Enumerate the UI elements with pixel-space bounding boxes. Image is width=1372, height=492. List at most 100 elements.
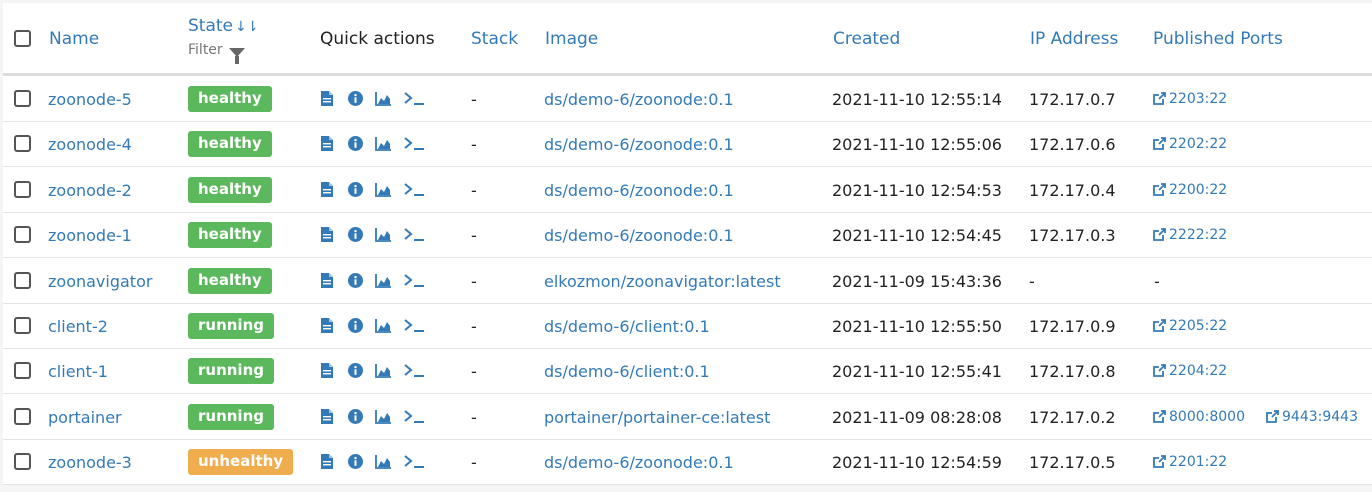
column-stack-header[interactable]: Stack bbox=[471, 29, 518, 49]
column-image-header[interactable]: Image bbox=[545, 29, 598, 49]
file-icon[interactable] bbox=[321, 91, 333, 109]
image-link[interactable]: ds/demo-6/zoonode:0.1 bbox=[544, 181, 734, 200]
file-icon[interactable] bbox=[321, 136, 333, 154]
containers-table: Name State ↓⇂ Filter Quick actions Stack … bbox=[3, 3, 1372, 486]
row-checkbox[interactable] bbox=[14, 362, 31, 380]
published-port-link[interactable]: 9443:9443 bbox=[1266, 409, 1358, 425]
ip-address-value: 172.17.0.8 bbox=[1029, 362, 1116, 382]
sort-icon: ↓⇂ bbox=[235, 19, 259, 35]
created-value: 2021-11-10 12:54:53 bbox=[832, 180, 1002, 200]
row-checkbox[interactable] bbox=[14, 90, 31, 107]
console-icon[interactable] bbox=[403, 273, 425, 291]
ip-address-value: 172.17.0.6 bbox=[1029, 135, 1116, 155]
console-icon[interactable] bbox=[403, 363, 425, 381]
row-checkbox[interactable] bbox=[14, 226, 31, 244]
console-icon[interactable] bbox=[403, 91, 425, 109]
row-checkbox[interactable] bbox=[14, 135, 31, 153]
stats-icon[interactable] bbox=[375, 182, 391, 200]
file-icon[interactable] bbox=[321, 181, 333, 200]
published-port-link[interactable]: 2204:22 bbox=[1153, 363, 1227, 379]
row-checkbox[interactable] bbox=[14, 180, 31, 198]
container-name-link[interactable]: zoonode-5 bbox=[48, 90, 132, 109]
published-port-link[interactable]: 2205:22 bbox=[1153, 318, 1227, 334]
info-icon[interactable] bbox=[348, 91, 363, 109]
table-row: zoonode-3 unhealthy - ds/demo-6/zoonode:0.1… bbox=[3, 439, 1372, 486]
published-port-link[interactable]: 2200:22 bbox=[1153, 182, 1227, 198]
container-name-link[interactable]: zoonode-3 bbox=[48, 453, 132, 472]
column-ip-header[interactable]: IP Address bbox=[1030, 29, 1118, 49]
stats-icon[interactable] bbox=[375, 454, 391, 472]
published-port-link[interactable]: 2201:22 bbox=[1153, 454, 1227, 470]
published-port-link[interactable]: 2222:22 bbox=[1153, 227, 1227, 243]
file-icon[interactable] bbox=[321, 318, 333, 336]
console-icon[interactable] bbox=[403, 409, 425, 427]
created-value: 2021-11-10 12:55:50 bbox=[832, 317, 1002, 336]
container-name-link[interactable]: zoonode-1 bbox=[48, 226, 132, 245]
image-link[interactable]: ds/demo-6/zoonode:0.1 bbox=[544, 226, 734, 245]
file-icon[interactable] bbox=[321, 227, 333, 245]
console-icon[interactable] bbox=[403, 182, 425, 200]
image-link[interactable]: portainer/portainer-ce:latest bbox=[544, 408, 770, 427]
console-icon[interactable] bbox=[403, 227, 425, 245]
image-link[interactable]: elkozmon/zoonavigator:latest bbox=[544, 272, 781, 291]
container-name-link[interactable]: portainer bbox=[48, 408, 122, 427]
info-icon[interactable] bbox=[348, 318, 363, 336]
ip-address-value: - bbox=[1029, 271, 1035, 291]
file-icon[interactable] bbox=[321, 408, 333, 427]
filter-label: Filter bbox=[188, 42, 223, 58]
info-icon[interactable] bbox=[348, 136, 363, 154]
created-value: 2021-11-10 12:54:59 bbox=[832, 453, 1002, 473]
image-link[interactable]: ds/demo-6/zoonode:0.1 bbox=[544, 453, 734, 472]
column-state-header[interactable]: State ↓⇂ bbox=[188, 16, 258, 36]
container-name-link[interactable]: zoonode-4 bbox=[48, 135, 132, 154]
status-badge: healthy bbox=[188, 131, 272, 158]
created-value: 2021-11-09 15:43:36 bbox=[832, 271, 1002, 291]
image-link[interactable]: ds/demo-6/client:0.1 bbox=[544, 317, 710, 336]
table-row: zoonode-5 healthy - ds/demo-6/zoonode:0.1 20… bbox=[3, 76, 1372, 122]
select-all-checkbox[interactable] bbox=[14, 30, 31, 47]
image-link[interactable]: ds/demo-6/zoonode:0.1 bbox=[544, 135, 734, 154]
table-row: portainer running - portainer/portainer-ce:… bbox=[3, 394, 1372, 440]
console-icon[interactable] bbox=[403, 454, 425, 472]
info-icon[interactable] bbox=[348, 181, 363, 200]
container-name-link[interactable]: client-2 bbox=[48, 317, 108, 336]
published-port-link[interactable]: 2202:22 bbox=[1153, 136, 1227, 152]
image-link[interactable]: ds/demo-6/zoonode:0.1 bbox=[544, 90, 734, 109]
stats-icon[interactable] bbox=[375, 227, 391, 245]
file-icon[interactable] bbox=[321, 363, 333, 381]
stats-icon[interactable] bbox=[375, 136, 391, 154]
info-icon[interactable] bbox=[348, 227, 363, 245]
stats-icon[interactable] bbox=[375, 318, 391, 336]
column-name-header[interactable]: Name bbox=[49, 29, 99, 49]
column-created-header[interactable]: Created bbox=[833, 29, 900, 49]
console-icon[interactable] bbox=[403, 136, 425, 154]
image-link[interactable]: ds/demo-6/client:0.1 bbox=[544, 362, 710, 381]
column-ports-header[interactable]: Published Ports bbox=[1153, 29, 1283, 49]
ports-value: - bbox=[1154, 271, 1160, 291]
container-name-link[interactable]: zoonavigator bbox=[48, 272, 152, 291]
console-icon[interactable] bbox=[403, 318, 425, 336]
port-label: 9443:9443 bbox=[1282, 408, 1358, 425]
published-port-link[interactable]: 2203:22 bbox=[1153, 91, 1227, 107]
row-checkbox[interactable] bbox=[14, 271, 31, 289]
stats-icon[interactable] bbox=[375, 91, 391, 109]
container-name-link[interactable]: zoonode-2 bbox=[48, 181, 132, 200]
status-badge: healthy bbox=[188, 222, 272, 249]
info-icon[interactable] bbox=[348, 363, 363, 381]
info-icon[interactable] bbox=[348, 408, 363, 427]
state-filter[interactable]: Filter bbox=[188, 42, 246, 64]
ip-address-value: 172.17.0.5 bbox=[1029, 453, 1116, 473]
info-icon[interactable] bbox=[348, 454, 363, 472]
info-icon[interactable] bbox=[348, 272, 363, 291]
row-checkbox[interactable] bbox=[14, 407, 31, 425]
published-port-link[interactable]: 8000:8000 bbox=[1153, 409, 1245, 425]
stats-icon[interactable] bbox=[375, 273, 391, 291]
container-name-link[interactable]: client-1 bbox=[48, 362, 108, 381]
created-value: 2021-11-10 12:55:14 bbox=[832, 90, 1002, 109]
file-icon[interactable] bbox=[321, 454, 333, 472]
row-checkbox[interactable] bbox=[14, 317, 31, 334]
stats-icon[interactable] bbox=[375, 363, 391, 381]
stats-icon[interactable] bbox=[375, 409, 391, 427]
file-icon[interactable] bbox=[321, 272, 333, 291]
row-checkbox[interactable] bbox=[14, 453, 31, 471]
